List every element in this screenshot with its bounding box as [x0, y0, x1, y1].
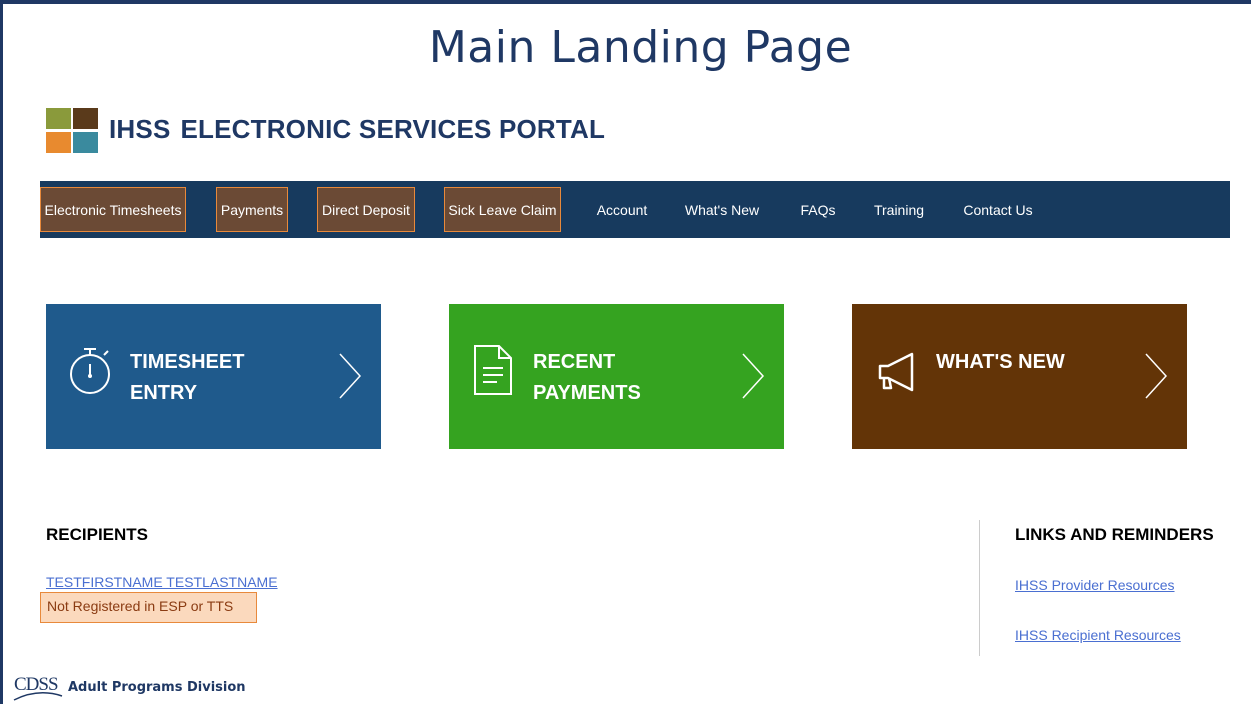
nav-whats-new[interactable]: What's New [682, 181, 762, 238]
portal-brand-short: IHSS [109, 114, 171, 144]
recipient-resources-link[interactable]: IHSS Recipient Resources [1015, 627, 1181, 643]
nav-sick-leave-claim[interactable]: Sick Leave Claim [444, 187, 561, 232]
nav-payments[interactable]: Payments [216, 187, 288, 232]
whats-new-tile[interactable]: WHAT'S NEW [852, 304, 1187, 449]
logo-square-orange [46, 132, 71, 153]
portal-brand-long: ELECTRONIC SERVICES PORTAL [180, 114, 606, 144]
timesheet-entry-tile[interactable]: TIMESHEET ENTRY [46, 304, 381, 449]
logo-square-olive [46, 108, 71, 129]
chevron-right-icon [1145, 353, 1168, 399]
nav-electronic-timesheets[interactable]: Electronic Timesheets [40, 187, 186, 232]
chevron-right-icon [742, 353, 765, 399]
tile-line-1: WHAT'S NEW [936, 351, 1065, 373]
nav-training[interactable]: Training [871, 181, 927, 238]
footer-division-name: Adult Programs Division [68, 680, 246, 695]
nav-account[interactable]: Account [592, 181, 652, 238]
chevron-right-icon [339, 353, 362, 399]
cdss-swoosh-icon [13, 692, 63, 701]
nav-faqs[interactable]: FAQs [796, 181, 840, 238]
main-navbar: Electronic Timesheets Payments Direct De… [40, 181, 1230, 238]
tile-line-1: RECENT [533, 351, 616, 373]
tile-line-2: ENTRY [130, 382, 198, 404]
tile-line-2: PAYMENTS [533, 382, 641, 404]
nav-contact-us[interactable]: Contact Us [960, 181, 1036, 238]
recent-payments-label: RECENT PAYMENTS [533, 347, 713, 409]
recent-payments-tile[interactable]: RECENT PAYMENTS [449, 304, 784, 449]
tile-line-1: TIMESHEET [130, 351, 245, 373]
document-icon [474, 345, 512, 395]
logo-square-brown [73, 108, 98, 129]
provider-resources-link[interactable]: IHSS Provider Resources [1015, 577, 1175, 593]
megaphone-icon [878, 352, 914, 392]
portal-title: IHSS ELECTRONIC SERVICES PORTAL [109, 114, 605, 145]
registration-status-badge: Not Registered in ESP or TTS [40, 592, 257, 623]
recipient-name-link[interactable]: TESTFIRSTNAME TESTLASTNAME [46, 574, 278, 590]
logo-square-teal [73, 132, 98, 153]
ihss-logo [46, 108, 99, 154]
links-heading: LINKS AND REMINDERS [1015, 525, 1214, 544]
slide-title: Main Landing Page [428, 22, 853, 73]
stopwatch-icon [70, 348, 110, 394]
recipients-heading: RECIPIENTS [46, 525, 149, 544]
timesheet-entry-label: TIMESHEET ENTRY [130, 347, 310, 409]
whats-new-label: WHAT'S NEW [936, 347, 1116, 378]
section-divider [979, 520, 980, 656]
nav-direct-deposit[interactable]: Direct Deposit [317, 187, 415, 232]
